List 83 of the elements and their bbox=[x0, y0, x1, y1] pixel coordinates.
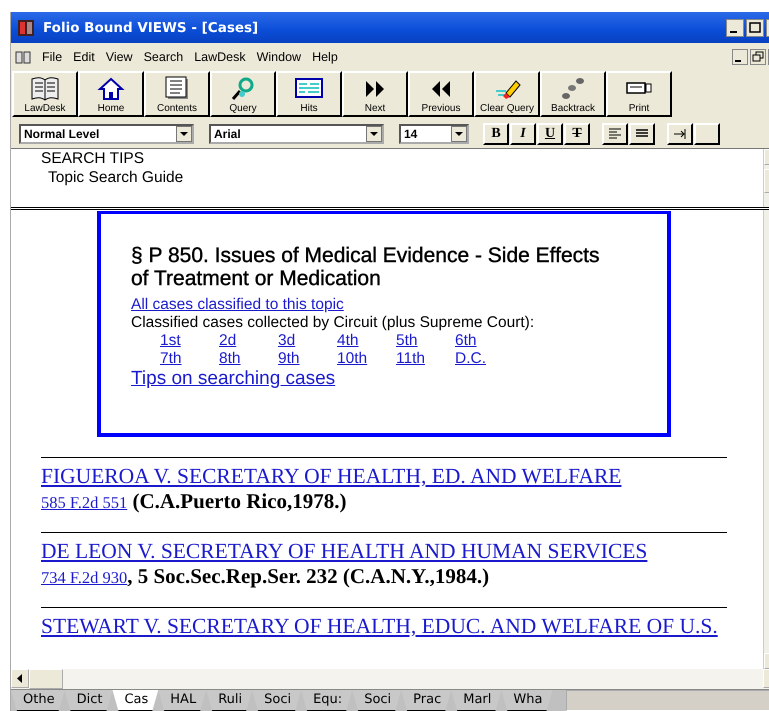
justify-icon bbox=[635, 128, 649, 140]
case-title-link[interactable]: FIGUEROA V. SECRETARY OF HEALTH, ED. AND WELFARE bbox=[41, 464, 727, 488]
citation-link[interactable]: 734 F.2d 930 bbox=[41, 568, 128, 587]
toolbar-button[interactable]: Contents bbox=[144, 71, 210, 117]
app-book-icon bbox=[17, 18, 35, 36]
window-title: Folio Bound VIEWS - [Cases] bbox=[43, 20, 260, 36]
document-tab[interactable]: Soci bbox=[252, 690, 302, 711]
font-dropdown[interactable]: Arial bbox=[209, 124, 384, 144]
toolbar-button[interactable]: LawDesk bbox=[12, 71, 78, 117]
citation-text: , 5 Soc.Sec.Rep.Ser. 232 (C.A.N.Y.,1984.) bbox=[127, 564, 490, 588]
document-tab[interactable]: Dict bbox=[64, 690, 112, 711]
scroll-left-icon[interactable] bbox=[11, 669, 29, 688]
restore-icon[interactable] bbox=[750, 49, 766, 65]
menu-item[interactable]: Help bbox=[307, 50, 344, 64]
circuit-link[interactable]: 9th bbox=[278, 350, 300, 368]
circuit-link[interactable]: 3d bbox=[278, 332, 296, 350]
caret-icon[interactable] bbox=[366, 126, 382, 142]
circuit-link[interactable]: 2d bbox=[219, 332, 236, 350]
maximize-icon[interactable] bbox=[746, 18, 764, 36]
toolbar-button[interactable]: Query bbox=[210, 71, 276, 117]
menu-item[interactable]: LawDesk bbox=[189, 50, 252, 64]
circuit-link[interactable]: D.C. bbox=[455, 350, 486, 368]
indent-arrow-icon bbox=[673, 128, 687, 140]
toolbar-button[interactable]: Print bbox=[606, 71, 672, 117]
minimize-icon[interactable] bbox=[732, 49, 748, 65]
document-tab[interactable]: Marl bbox=[451, 690, 502, 711]
search-tips-heading: SEARCH TIPS bbox=[41, 149, 146, 168]
topic-heading: § P 850. Issues of Medical Evidence - Side Effects of Treatment or Medication bbox=[131, 244, 600, 290]
circuit-link[interactable]: 8th bbox=[219, 350, 241, 368]
bold-button[interactable]: B bbox=[483, 122, 509, 144]
circuit-link[interactable]: 11th bbox=[396, 350, 426, 368]
document-tab[interactable]: Prac bbox=[401, 690, 452, 711]
case-title-link[interactable]: DE LEON V. SECRETARY OF HEALTH AND HUMAN SERVICES bbox=[41, 539, 727, 563]
document-tab[interactable]: Ruli bbox=[206, 690, 252, 711]
book-icon bbox=[15, 50, 31, 64]
document-tab[interactable]: Equ: bbox=[301, 690, 352, 711]
circuit-link[interactable]: 6th bbox=[455, 332, 477, 350]
align-left-icon bbox=[608, 128, 622, 140]
menu-item[interactable]: File bbox=[37, 50, 68, 64]
menu-item[interactable]: Window bbox=[252, 50, 308, 64]
toolbar-button[interactable]: Next bbox=[342, 71, 408, 117]
caret-icon[interactable] bbox=[451, 126, 467, 142]
indent-button[interactable] bbox=[667, 122, 693, 144]
italic-button[interactable]: I bbox=[510, 122, 536, 144]
citation-link[interactable]: 585 F.2d 551 bbox=[41, 493, 128, 512]
document-tab[interactable]: Wha bbox=[501, 690, 552, 711]
toolbar-button[interactable]: Backtrack bbox=[540, 71, 606, 117]
underline-button[interactable]: U bbox=[537, 122, 563, 144]
document-tab[interactable]: HAL bbox=[158, 690, 206, 711]
justify-button[interactable] bbox=[629, 122, 655, 144]
toolbar-button[interactable]: Clear Query bbox=[474, 71, 540, 117]
circuit-link[interactable]: 4th bbox=[337, 332, 359, 350]
case-title-link[interactable]: STEWART V. SECRETARY OF HEALTH, EDUC. AND WELFARE OF U.S. bbox=[41, 614, 727, 638]
toolbar-button[interactable]: Previous bbox=[408, 71, 474, 117]
minimize-icon[interactable] bbox=[726, 18, 744, 36]
document-tab[interactable]: Othe bbox=[11, 690, 65, 711]
circuit-link[interactable]: 1st bbox=[160, 332, 181, 350]
scroll-thumb[interactable] bbox=[29, 669, 63, 689]
circuit-link[interactable]: 5th bbox=[396, 332, 418, 350]
topic-search-guide-link[interactable]: Topic Search Guide bbox=[41, 168, 763, 187]
toolbar-button[interactable]: Home bbox=[78, 71, 144, 117]
menu-item[interactable]: Edit bbox=[68, 50, 101, 64]
strikethrough-button[interactable]: T bbox=[564, 122, 590, 144]
document-tab[interactable]: Cas bbox=[112, 690, 158, 711]
all-cases-link[interactable]: All cases classified to this topic bbox=[131, 296, 617, 314]
list-icon bbox=[294, 75, 324, 101]
menu-item[interactable]: View bbox=[100, 50, 139, 64]
house-icon bbox=[96, 75, 126, 101]
document-tab[interactable]: Soci bbox=[352, 690, 402, 711]
circuit-link[interactable]: 10th bbox=[337, 350, 368, 368]
tips-link[interactable]: Tips on searching cases bbox=[131, 368, 617, 390]
circuit-note: Classified cases collected by Circuit (plus Supreme Court): bbox=[131, 314, 536, 332]
align-left-button[interactable] bbox=[602, 122, 628, 144]
caret-icon[interactable] bbox=[176, 126, 192, 142]
citation-text: (C.A.Puerto Rico,1978.) bbox=[131, 489, 347, 513]
level-dropdown[interactable]: Normal Level bbox=[19, 124, 194, 144]
toolbar-button[interactable]: Hits bbox=[276, 71, 342, 117]
size-dropdown[interactable]: 14 bbox=[399, 124, 469, 144]
circuit-link[interactable]: 7th bbox=[160, 350, 182, 368]
blank-button[interactable] bbox=[694, 122, 720, 144]
open-book-icon bbox=[30, 75, 60, 101]
horizontal-scrollbar[interactable] bbox=[11, 669, 769, 689]
menu-item[interactable]: Search bbox=[138, 50, 190, 64]
